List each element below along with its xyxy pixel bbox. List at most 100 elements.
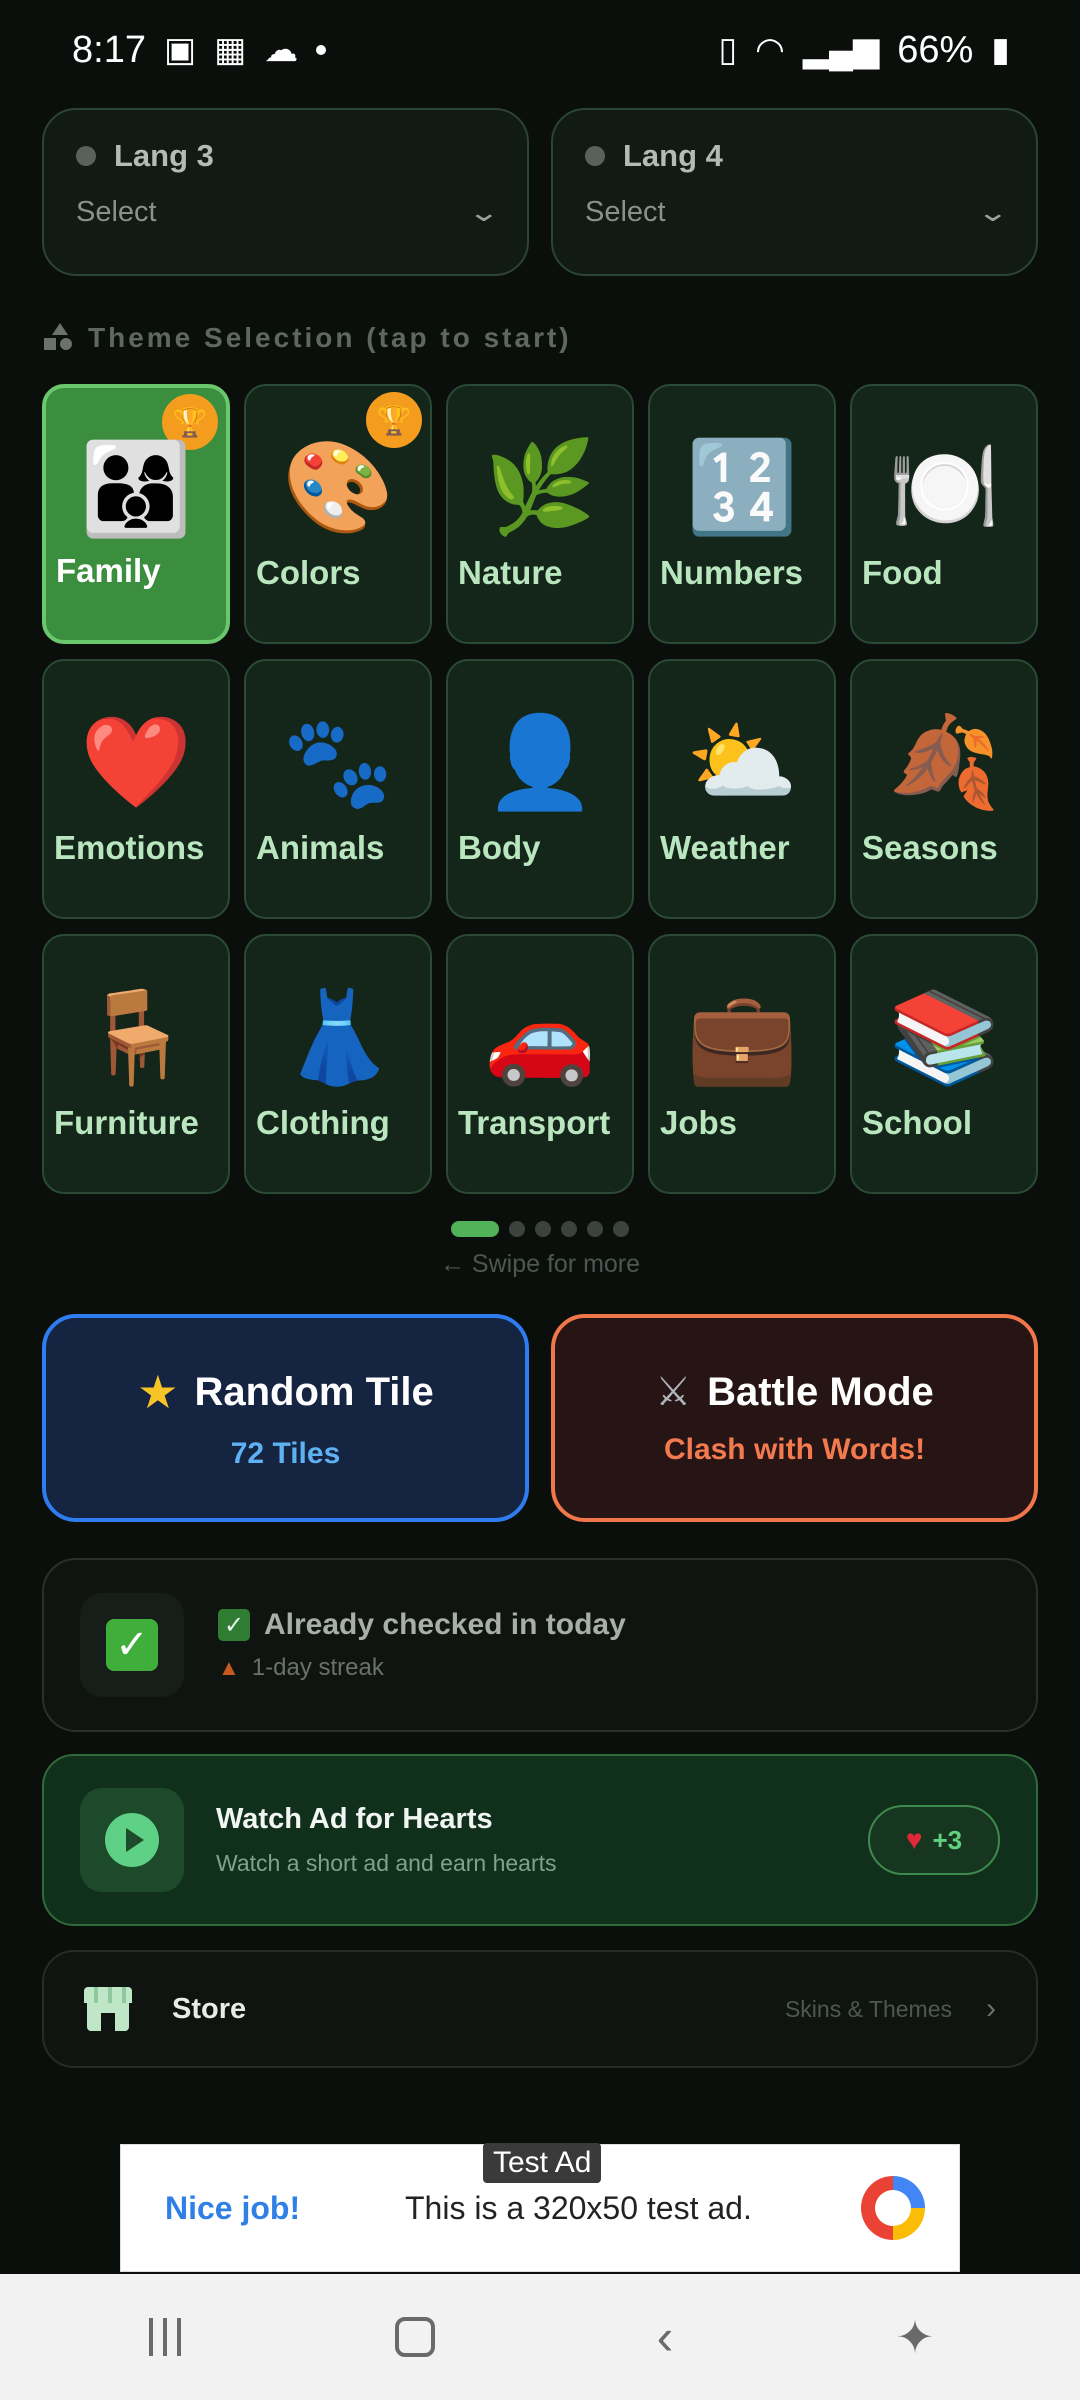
theme-tile-seasons[interactable]: 🍂 Seasons [850,659,1038,919]
checkin-icon-box: ✓ [80,1593,184,1697]
notification-dot [316,45,327,55]
store-icon [84,1987,132,2031]
lang-3-selector[interactable]: Lang 3 Select ⌄ [42,108,529,276]
theme-tile-label: Colors [256,554,361,591]
theme-tile-food[interactable]: 🍽️ Food [850,384,1038,644]
page-dot [535,1221,551,1237]
theme-tile-label: Weather [660,829,790,866]
theme-tile-label: Animals [256,829,385,866]
flame-icon: ▲ [218,1655,240,1680]
lang-4-title: Lang 4 [623,138,723,173]
ad-banner[interactable]: Test Ad Nice job! This is a 320x50 test … [120,2143,960,2272]
chevron-down-icon: ⌄ [976,197,1010,227]
store-row[interactable]: Store Skins & Themes › [42,1950,1038,2068]
watch-ad-subtitle: Watch a short ad and earn hearts [216,1850,557,1876]
theme-emotions-icon: ❤️ [79,713,193,813]
status-bar: 8:17 ▣ ▦ ☁ ▯ ◠ ▂▄▆ 66% ▮ [0,0,1080,100]
battery-icon: ▮ [991,31,1010,69]
theme-header-label: Theme Selection (tap to start) [88,322,572,353]
theme-tile-emotions[interactable]: ❤️ Emotions [42,659,230,919]
heart-icon: ♥ [905,1824,923,1855]
crossed-swords-icon: ⚔ [655,1370,692,1414]
theme-tile-label: Clothing [256,1104,390,1141]
battery-percent: 66% [897,28,974,71]
random-tile-count: 72 Tiles [230,1437,341,1470]
heart-reward-value: +3 [932,1824,963,1855]
mode-row: ★ Random Tile 72 Tiles ⚔ Battle Mode Cla… [42,1314,1038,1522]
checkin-title: Already checked in today [264,1608,626,1641]
page-dot [613,1221,629,1237]
signal-icon: ▂▄▆ [802,31,880,69]
theme-section-header: Theme Selection (tap to start) [44,322,572,354]
chevron-down-icon: ⌄ [467,197,501,227]
play-icon-box [80,1788,184,1892]
store-subtitle: Skins & Themes [784,1995,952,2022]
theme-tile-body[interactable]: 👤 Body [446,659,634,919]
page-indicator [0,1221,1080,1237]
theme-tile-label: Furniture [54,1104,199,1141]
lang-3-title: Lang 3 [114,138,214,173]
random-tile-title: Random Tile [194,1369,434,1414]
theme-transport-icon: 🚗 [483,988,597,1088]
theme-tile-furniture[interactable]: 🪑 Furniture [42,934,230,1194]
daily-checkin-card[interactable]: ✓ ✓ Already checked in today ▲ 1-day str… [42,1558,1038,1732]
theme-tile-transport[interactable]: 🚗 Transport [446,934,634,1194]
theme-tile-weather[interactable]: ⛅ Weather [648,659,836,919]
theme-tile-family[interactable]: 🏆 👨‍👩‍👦 Family [42,384,230,644]
theme-colors-icon: 🎨 [281,438,395,538]
theme-tile-jobs[interactable]: 💼 Jobs [648,934,836,1194]
streak-label: 1-day streak [251,1654,384,1681]
theme-seasons-icon: 🍂 [887,713,1001,813]
theme-tile-animals[interactable]: 🐾 Animals [244,659,432,919]
language-row: Lang 3 Select ⌄ Lang 4 Select ⌄ [42,108,1038,276]
theme-tile-label: Food [862,554,943,591]
wifi-icon: ◠ [755,31,785,69]
theme-family-icon: 👨‍👩‍👦 [79,440,193,540]
battery-saver-icon: ▯ [718,31,738,69]
page-dot [509,1221,525,1237]
theme-clothing-icon: 👗 [281,988,395,1088]
shapes-icon [44,323,74,353]
ad-body: This is a 320x50 test ad. [405,2189,752,2226]
theme-tile-label: Transport [458,1104,611,1141]
gallery-icon: ▣ [163,31,197,69]
theme-tile-label: Body [458,829,541,866]
swipe-hint: ← Swipe for more [439,1250,641,1278]
photo-icon: ▦ [214,31,247,69]
theme-body-icon: 👤 [483,713,597,813]
check-mark-icon: ✓ [218,1609,250,1641]
theme-tile-numbers[interactable]: 🔢 Numbers [648,384,836,644]
status-dot-icon [585,146,605,166]
star-icon: ★ [137,1366,179,1418]
heart-reward-badge: ♥ +3 [868,1805,1000,1875]
clock: 8:17 [72,28,146,71]
theme-tile-nature[interactable]: 🌿 Nature [446,384,634,644]
lang-4-selector[interactable]: Lang 4 Select ⌄ [551,108,1038,276]
battle-mode-button[interactable]: ⚔ Battle Mode Clash with Words! [551,1314,1038,1522]
store-label: Store [172,1992,247,2025]
theme-numbers-icon: 🔢 [685,438,799,538]
accessibility-button[interactable]: ✦ [855,2310,975,2364]
theme-tile-clothing[interactable]: 👗 Clothing [244,934,432,1194]
theme-jobs-icon: 💼 [685,988,799,1088]
home-button[interactable] [355,2317,475,2357]
lang-3-value: Select [76,196,157,228]
theme-tile-label: Seasons [862,829,998,866]
theme-tile-label: Family [56,552,161,589]
theme-weather-icon: ⛅ [685,713,799,813]
theme-tile-label: Jobs [660,1104,738,1141]
status-dot-icon [76,146,96,166]
chevron-right-icon: › [986,1992,996,2025]
theme-tile-label: Numbers [660,554,804,591]
watch-ad-card[interactable]: Watch Ad for Hearts Watch a short ad and… [42,1754,1038,1926]
theme-school-icon: 📚 [887,988,1001,1088]
theme-animals-icon: 🐾 [281,713,395,813]
recents-button[interactable] [105,2318,225,2356]
page-dot [587,1221,603,1237]
back-button[interactable]: ‹ [605,2308,725,2366]
theme-tile-colors[interactable]: 🏆 🎨 Colors [244,384,432,644]
theme-tile-school[interactable]: 📚 School [850,934,1038,1194]
theme-furniture-icon: 🪑 [79,988,193,1088]
page-dot [561,1221,577,1237]
random-tile-button[interactable]: ★ Random Tile 72 Tiles [42,1314,529,1522]
